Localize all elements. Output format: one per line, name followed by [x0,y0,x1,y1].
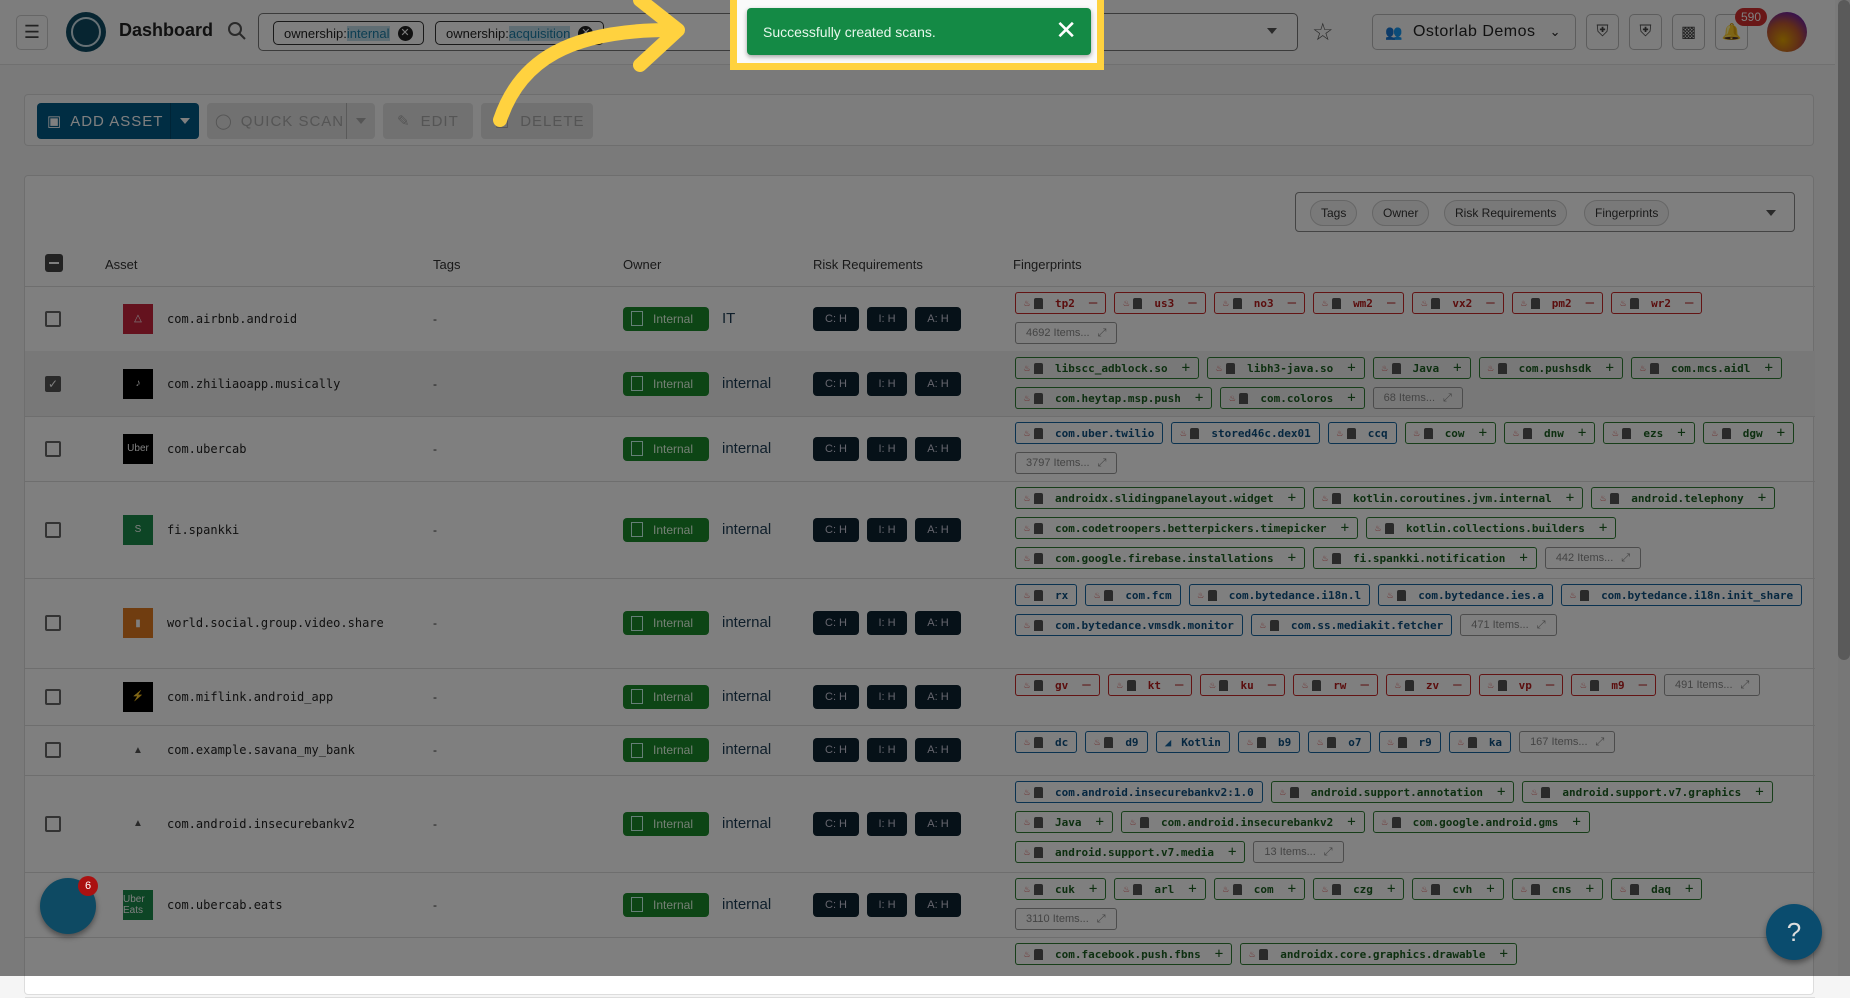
modal-overlay [0,0,1850,976]
assistant-badge: 6 [78,876,98,896]
success-toast: Successfully created scans. ✕ [747,8,1091,55]
page: ☰ Dashboard ownership:internal✕ ownershi… [0,0,1850,998]
annotation-arrow [493,0,685,127]
scrollbar-thumb[interactable] [1838,0,1850,660]
close-icon[interactable]: ✕ [1055,17,1077,43]
help-button[interactable]: ? [1766,904,1822,960]
toast-message: Successfully created scans. [763,23,936,40]
